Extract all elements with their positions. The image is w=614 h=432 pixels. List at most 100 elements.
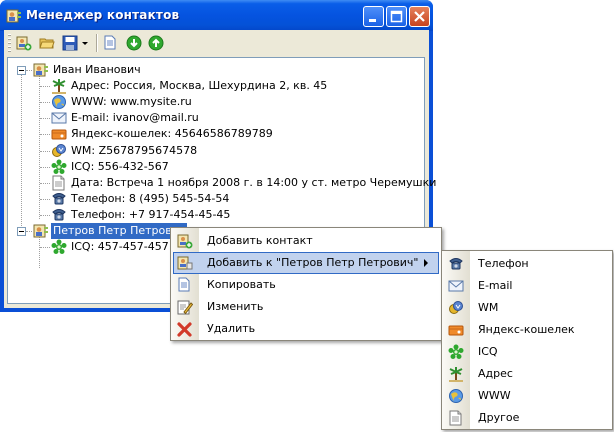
contact-field-text: Яндекс-кошелек: 45646586789789 bbox=[71, 127, 273, 141]
context-menu-item[interactable]: Добавить контакт bbox=[173, 230, 439, 252]
email-icon bbox=[51, 110, 67, 126]
contact-name: Иван Иванович bbox=[53, 63, 141, 76]
icq-icon bbox=[448, 344, 464, 360]
add-to-contact-icon bbox=[177, 255, 193, 271]
copy-icon bbox=[177, 277, 193, 293]
context-menu-item[interactable]: Изменить bbox=[173, 296, 439, 318]
close-button[interactable] bbox=[409, 6, 430, 27]
context-menu: Добавить контакт Добавить к "Петров Петр … bbox=[170, 227, 442, 341]
email-icon bbox=[448, 278, 464, 294]
tree-line bbox=[40, 166, 50, 168]
submenu-item[interactable]: E-mail bbox=[444, 275, 610, 297]
tree-line bbox=[26, 70, 32, 71]
address-icon bbox=[51, 78, 67, 95]
window-title: Менеджер контактов bbox=[26, 8, 180, 22]
tree-collapse-toggle[interactable] bbox=[17, 66, 26, 75]
contact-card-icon bbox=[33, 223, 49, 239]
context-menu-item[interactable]: Удалить bbox=[173, 318, 439, 340]
phone-icon bbox=[51, 191, 67, 207]
document-icon bbox=[51, 175, 67, 191]
tree-line bbox=[40, 86, 50, 88]
submenu-item[interactable]: Другое bbox=[444, 407, 610, 429]
contact-field-text: Дата: Встреча 1 ноября 2008 г. в 14:00 у… bbox=[71, 175, 437, 189]
yandex-wallet-icon bbox=[448, 322, 464, 338]
tree-line bbox=[40, 214, 50, 216]
www-icon bbox=[448, 388, 464, 404]
tree-line bbox=[40, 150, 50, 152]
context-menu-item-label: Изменить bbox=[207, 300, 264, 313]
wm-icon bbox=[448, 300, 464, 316]
tree-line bbox=[39, 76, 40, 219]
icq-icon bbox=[51, 239, 67, 255]
toolbar bbox=[4, 30, 429, 56]
maximize-icon bbox=[390, 10, 403, 23]
context-menu-item[interactable]: Добавить к "Петров Петр Петрович" bbox=[173, 252, 439, 274]
submenu-item-label: WWW bbox=[478, 389, 511, 402]
edit-icon bbox=[177, 299, 194, 315]
open-button[interactable] bbox=[37, 33, 57, 53]
chevron-down-icon bbox=[82, 42, 88, 45]
context-menu-item[interactable]: Копировать bbox=[173, 274, 439, 296]
yandex-wallet-icon bbox=[51, 126, 67, 142]
toolbar-separator bbox=[96, 34, 98, 52]
submenu-item-label: Яндекс-кошелек bbox=[478, 323, 575, 336]
www-icon bbox=[51, 94, 67, 110]
add-contact-icon bbox=[177, 233, 193, 249]
tree-line bbox=[26, 231, 32, 232]
minimize-button[interactable] bbox=[363, 6, 384, 27]
submenu-item[interactable]: Адрес bbox=[444, 363, 610, 385]
add-to-contact-submenu: Телефон E-mail WM Яндекс-кошелек ICQ Адрес WWW… bbox=[441, 250, 613, 430]
contact-field-text: Телефон: +7 917-454-45-45 bbox=[71, 207, 231, 221]
copy-button[interactable] bbox=[101, 33, 121, 53]
context-menu-item-label: Добавить к "Петров Петр Петрович" bbox=[207, 256, 419, 269]
new-contact-button[interactable] bbox=[14, 33, 34, 53]
document-icon bbox=[448, 410, 464, 426]
maximize-button[interactable] bbox=[386, 6, 407, 27]
submenu-item-label: Телефон bbox=[478, 257, 529, 270]
contact-field-text: WM: Z5678795674578 bbox=[71, 143, 198, 157]
submenu-arrow-icon bbox=[424, 259, 428, 267]
submenu-item[interactable]: WM bbox=[444, 297, 610, 319]
submenu-item[interactable]: WWW bbox=[444, 385, 610, 407]
move-down-button[interactable] bbox=[124, 33, 144, 53]
app-icon bbox=[6, 8, 22, 24]
contact-field-text: Адрес: Россия, Москва, Шехурдина 2, кв. … bbox=[71, 79, 328, 93]
toolbar-grip[interactable] bbox=[8, 34, 11, 52]
move-up-button[interactable] bbox=[146, 33, 166, 53]
move-down-icon bbox=[126, 35, 142, 51]
contact-field-text: WWW: www.mysite.ru bbox=[71, 95, 192, 109]
context-menu-item-label: Добавить контакт bbox=[207, 234, 313, 247]
contact-field-text: E-mail: ivanov@mail.ru bbox=[71, 111, 199, 125]
address-icon bbox=[448, 366, 464, 382]
submenu-item[interactable]: Телефон bbox=[444, 253, 610, 275]
submenu-item-label: E-mail bbox=[478, 279, 513, 292]
move-up-icon bbox=[148, 35, 164, 51]
submenu-item-label: Адрес bbox=[478, 367, 513, 380]
title-bar[interactable]: Менеджер контактов bbox=[0, 0, 433, 31]
save-button[interactable] bbox=[60, 33, 80, 53]
tree-line bbox=[40, 247, 50, 249]
phone-icon bbox=[51, 207, 67, 223]
open-folder-icon bbox=[39, 38, 55, 49]
save-icon bbox=[62, 35, 78, 51]
contact-name: Петров Петр Петрович bbox=[51, 223, 188, 239]
submenu-item[interactable]: Яндекс-кошелек bbox=[444, 319, 610, 341]
context-menu-item-label: Удалить bbox=[207, 322, 256, 335]
submenu-item[interactable]: ICQ bbox=[444, 341, 610, 363]
tree-line bbox=[39, 236, 40, 268]
tree-line bbox=[21, 71, 22, 226]
tree-line bbox=[40, 182, 50, 184]
phone-icon bbox=[448, 256, 464, 272]
tree-line bbox=[40, 134, 50, 136]
save-dropdown-button[interactable] bbox=[80, 33, 90, 53]
tree-line bbox=[40, 198, 50, 200]
contact-field-text: Телефон: 8 (495) 545-54-54 bbox=[71, 191, 230, 205]
tree-collapse-toggle[interactable] bbox=[17, 227, 26, 236]
tree-line bbox=[40, 102, 50, 104]
contact-field-text: ICQ: 556-432-567 bbox=[71, 159, 169, 173]
submenu-item-label: Другое bbox=[478, 411, 520, 424]
copy-doc-icon bbox=[104, 35, 116, 50]
tree-line bbox=[40, 118, 50, 120]
contact-card-icon bbox=[33, 62, 49, 78]
new-contact-icon bbox=[16, 36, 32, 51]
